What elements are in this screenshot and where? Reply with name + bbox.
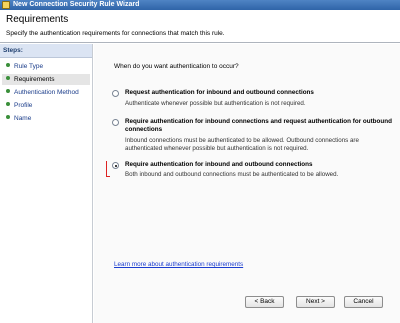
- title-bar[interactable]: New Connection Security Rule Wizard: [0, 0, 400, 10]
- wizard-content: When do you want authentication to occur…: [94, 44, 400, 323]
- radio-require-inbound[interactable]: [112, 119, 119, 126]
- wizard-icon: [2, 1, 10, 9]
- option-label[interactable]: Request authentication for inbound and o…: [125, 89, 395, 97]
- step-label: Requirements: [14, 76, 55, 83]
- annotation-mark: [106, 161, 110, 177]
- step-rule-type[interactable]: Rule Type: [2, 61, 90, 72]
- step-bullet-icon: [6, 76, 10, 80]
- step-requirements[interactable]: Requirements: [2, 74, 90, 85]
- radio-request-auth[interactable]: [112, 90, 119, 97]
- step-label: Rule Type: [14, 63, 44, 70]
- wizard-header: Requirements Specify the authentication …: [0, 10, 400, 43]
- option-description: Both inbound and outbound connections mu…: [125, 171, 339, 178]
- step-bullet-icon: [6, 63, 10, 67]
- option-description: Inbound connections must be authenticate…: [125, 137, 359, 152]
- step-bullet-icon: [6, 115, 10, 119]
- step-label: Profile: [14, 102, 33, 109]
- back-button[interactable]: < Back: [245, 296, 284, 308]
- step-name[interactable]: Name: [2, 113, 90, 124]
- page-description: Specify the authentication requirements …: [6, 30, 225, 37]
- window-title: New Connection Security Rule Wizard: [13, 1, 140, 8]
- step-label: Name: [14, 115, 32, 122]
- radio-require-both[interactable]: [112, 162, 119, 169]
- step-bullet-icon: [6, 89, 10, 93]
- option-description: Authenticate whenever possible but authe…: [125, 100, 306, 107]
- option-label[interactable]: Require authentication for inbound and o…: [125, 161, 395, 169]
- steps-pane: Steps: Rule Type Requirements Authentica…: [0, 44, 93, 323]
- next-button[interactable]: Next >: [296, 296, 335, 308]
- step-bullet-icon: [6, 102, 10, 106]
- cancel-button[interactable]: Cancel: [344, 296, 383, 308]
- step-label: Authentication Method: [14, 89, 79, 96]
- learn-more-link[interactable]: Learn more about authentication requirem…: [114, 261, 243, 269]
- option-label[interactable]: Require authentication for inbound conne…: [125, 118, 395, 134]
- step-authentication-method[interactable]: Authentication Method: [2, 87, 90, 98]
- steps-title: Steps:: [0, 44, 92, 58]
- question-label: When do you want authentication to occur…: [114, 63, 239, 70]
- step-profile[interactable]: Profile: [2, 100, 90, 111]
- page-title: Requirements: [6, 14, 69, 25]
